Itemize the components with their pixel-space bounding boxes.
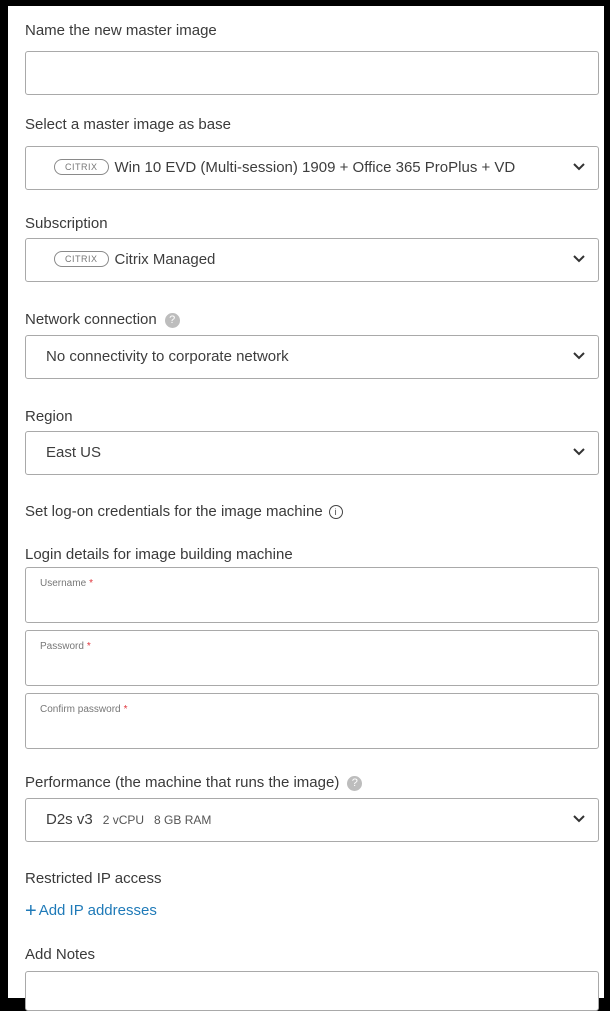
help-icon[interactable]: ? <box>347 776 363 791</box>
performance-vcpu: 2 vCPU <box>102 813 145 827</box>
image-name-input[interactable] <box>25 51 599 95</box>
name-label: Name the new master image <box>25 22 217 39</box>
region-label: Region <box>25 408 73 425</box>
network-label: Network connection? <box>25 311 180 328</box>
chevron-down-icon <box>573 255 585 263</box>
performance-ram: 8 GB RAM <box>154 813 212 827</box>
required-mark: * <box>123 704 128 715</box>
confirm-password-field[interactable]: Confirm password * <box>25 693 599 749</box>
required-mark: * <box>86 641 91 652</box>
help-icon[interactable]: ? <box>164 313 180 328</box>
region-select[interactable]: East US <box>25 431 599 475</box>
performance-label: Performance (the machine that runs the i… <box>25 774 363 791</box>
chevron-down-icon <box>573 352 585 360</box>
performance-select[interactable]: D2s v3 2 vCPU 8 GB RAM <box>25 798 599 842</box>
add-ip-addresses-link[interactable]: + Add IP addresses <box>25 900 157 923</box>
notes-input[interactable] <box>25 971 599 1011</box>
username-label: Username <box>40 578 87 589</box>
chevron-down-icon <box>573 448 585 456</box>
citrix-badge: CITRIX <box>54 251 109 267</box>
base-image-value: Win 10 EVD (Multi-session) 1909 + Office… <box>114 159 516 176</box>
restricted-ip-label: Restricted IP access <box>25 870 162 887</box>
network-connection-select[interactable]: No connectivity to corporate network <box>25 335 599 379</box>
plus-icon: + <box>25 900 37 922</box>
subscription-select[interactable]: CITRIX Citrix Managed <box>25 238 599 282</box>
login-heading: Login details for image building machine <box>25 546 293 563</box>
network-value: No connectivity to corporate network <box>46 348 289 365</box>
confirm-password-label: Confirm password <box>40 704 121 715</box>
subscription-label: Subscription <box>25 215 108 232</box>
performance-size: D2s v3 <box>46 811 93 828</box>
citrix-badge: CITRIX <box>54 159 109 175</box>
base-image-select[interactable]: CITRIX Win 10 EVD (Multi-session) 1909 + … <box>25 146 599 190</box>
subscription-value: Citrix Managed <box>114 251 216 268</box>
chevron-down-icon <box>573 163 585 171</box>
credentials-heading: Set log-on credentials for the image mac… <box>25 503 343 520</box>
password-label: Password <box>40 641 84 652</box>
notes-label: Add Notes <box>25 946 96 963</box>
chevron-down-icon <box>573 815 585 823</box>
create-image-form: Name the new master image Select a maste… <box>8 6 604 1011</box>
info-icon[interactable]: i <box>328 505 343 519</box>
base-image-label: Select a master image as base <box>25 116 231 133</box>
password-field[interactable]: Password * <box>25 630 599 686</box>
required-mark: * <box>89 578 94 589</box>
region-value: East US <box>46 444 102 461</box>
username-field[interactable]: Username * <box>25 567 599 623</box>
